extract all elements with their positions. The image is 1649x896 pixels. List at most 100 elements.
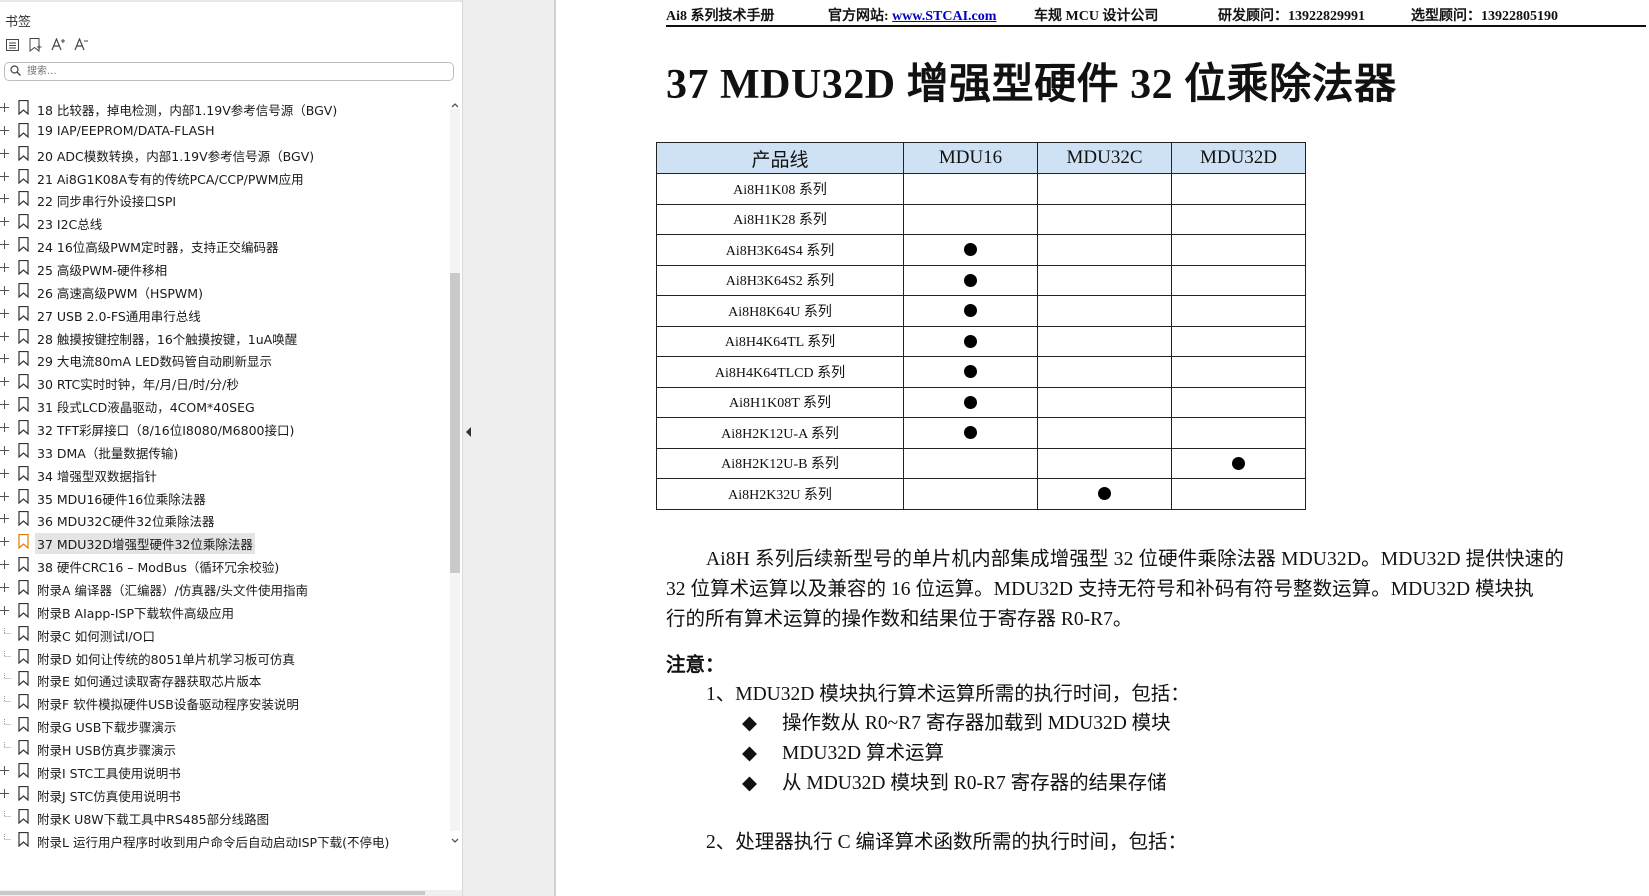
scrollbar-thumb[interactable]: [450, 273, 460, 573]
bookmark-item[interactable]: 29 大电流80mA LED数码管自动刷新显示: [0, 348, 440, 371]
bookmark-vertical-scrollbar[interactable]: [448, 97, 462, 845]
bookmark-search-input[interactable]: [27, 63, 442, 80]
expand-plus-icon[interactable]: [0, 445, 11, 456]
bookmark-item[interactable]: 附录C 如何测试I/O口: [0, 623, 440, 646]
expand-plus-icon[interactable]: [0, 193, 11, 204]
bookmark-item[interactable]: 18 比较器，掉电检测，内部1.19V参考信号源（BGV): [0, 97, 440, 120]
support-cell: [1037, 356, 1172, 388]
bookmark-icon: [18, 397, 29, 413]
table-row: Ai8H2K12U-B 系列: [656, 447, 1306, 479]
expand-plus-icon[interactable]: [0, 239, 11, 250]
expand-plus-icon[interactable]: [0, 513, 11, 524]
expand-plus-icon[interactable]: [0, 376, 11, 387]
bookmark-label: 28 触摸按键控制器，16个触摸按键，1uA唤醒: [37, 331, 298, 347]
bookmark-icon: [18, 191, 29, 207]
bookmark-item[interactable]: 附录E 如何通过读取寄存器获取芯片版本: [0, 668, 440, 691]
expand-plus-icon[interactable]: [0, 536, 11, 547]
support-cell: [1037, 203, 1172, 235]
support-cell: [1037, 325, 1172, 357]
expand-plus-icon[interactable]: [0, 353, 11, 364]
expand-plus-icon[interactable]: [0, 605, 11, 616]
bookmark-item[interactable]: 36 MDU32C硬件32位乘除法器: [0, 508, 440, 531]
expand-plus-icon[interactable]: [0, 582, 11, 593]
tree-connector-icon: [4, 833, 11, 840]
add-bookmark-icon[interactable]: [27, 36, 44, 53]
bookmark-item[interactable]: 附录I STC工具使用说明书: [0, 760, 440, 783]
bookmark-item[interactable]: 28 触摸按键控制器，16个触摸按键，1uA唤醒: [0, 326, 440, 349]
bookmark-icon: [18, 762, 29, 778]
bookmark-item[interactable]: 30 RTC实时时钟，年/月/日/时/分/秒: [0, 371, 440, 394]
bookmark-item[interactable]: 21 Ai8G1K08A专有的传统PCA/CCP/PWM应用: [0, 166, 440, 189]
bookmark-icon: [18, 717, 29, 733]
bookmark-panel-title: 书签: [5, 15, 32, 30]
expand-plus-icon[interactable]: [0, 262, 11, 273]
bookmark-horizontal-scrollbar[interactable]: [0, 890, 462, 896]
bookmark-label: 18 比较器，掉电检测，内部1.19V参考信号源（BGV): [37, 103, 338, 118]
bookmark-item[interactable]: 附录F 软件模拟硬件USB设备驱动程序安装说明: [0, 691, 440, 714]
expand-plus-icon[interactable]: [0, 559, 11, 570]
intro-paragraph-line-1: Ai8H 系列后续新型号的单片机内部集成增强型 32 位硬件乘除法器 MDU32…: [706, 549, 1564, 570]
expand-plus-icon[interactable]: [0, 285, 11, 296]
bookmark-tree: 18 比较器，掉电检测，内部1.19V参考信号源（BGV) 19 IAP/EEPR…: [0, 97, 440, 851]
expand-plus-icon[interactable]: [0, 765, 11, 776]
expand-plus-icon[interactable]: [0, 399, 11, 410]
bookmark-item[interactable]: 20 ADC模数转换，内部1.19V参考信号源（BGV): [0, 143, 440, 166]
panel-splitter-area: [463, 0, 554, 896]
bookmark-item[interactable]: 19 IAP/EEPROM/DATA-FLASH: [0, 120, 440, 143]
bookmark-item[interactable]: 34 增强型双数据指针: [0, 463, 440, 486]
bookmark-item[interactable]: 38 硬件CRC16 – ModBus（循环冗余校验): [0, 554, 440, 577]
increase-font-icon[interactable]: [50, 36, 67, 53]
bookmark-search-box[interactable]: [4, 62, 454, 81]
horizontal-scrollbar-thumb[interactable]: [0, 891, 425, 895]
expand-plus-icon[interactable]: [0, 491, 11, 502]
bookmark-item[interactable]: 32 TFT彩屏接口（8/16位I8080/M6800接口): [0, 417, 440, 440]
collapse-sidebar-arrow-icon[interactable]: [463, 420, 475, 444]
bookmark-item[interactable]: 附录G USB下载步骤演示: [0, 714, 440, 737]
expand-plus-icon[interactable]: [0, 788, 11, 799]
bookmark-item[interactable]: 附录B AIapp-ISP下载软件高级应用: [0, 600, 440, 623]
support-cell: [1171, 234, 1306, 266]
bookmark-item[interactable]: 23 I2C总线: [0, 211, 440, 234]
tree-connector-icon: [4, 650, 11, 657]
supported-dot-icon: [964, 395, 977, 409]
company-tagline: 车规 MCU 设计公司: [1034, 9, 1159, 24]
expand-plus-icon[interactable]: [0, 102, 11, 113]
bookmark-item[interactable]: 附录J STC仿真使用说明书: [0, 783, 440, 806]
expand-plus-icon[interactable]: [0, 331, 11, 342]
bookmark-item[interactable]: 27 USB 2.0-FS通用串行总线: [0, 303, 440, 326]
bookmark-item[interactable]: 附录H USB仿真步骤演示: [0, 737, 440, 760]
bookmark-item[interactable]: 37 MDU32D增强型硬件32位乘除法器: [0, 531, 440, 555]
bookmark-item[interactable]: 26 高速高级PWM（HSPWM): [0, 280, 440, 303]
bookmark-item[interactable]: 22 同步串行外设接口SPI: [0, 188, 440, 211]
bookmark-item[interactable]: 35 MDU16硬件16位乘除法器: [0, 486, 440, 509]
bookmark-item[interactable]: 附录L 运行用户程序时收到用户命令后自动启动ISP下载(不停电): [0, 829, 440, 852]
bookmark-item[interactable]: 附录K U8W下载工具中RS485部分线路图: [0, 806, 440, 829]
scroll-down-arrow-icon[interactable]: [450, 831, 460, 843]
expand-plus-icon[interactable]: [0, 125, 11, 136]
rd-advisor-phone: 研发顾问：13922829991: [1218, 9, 1365, 24]
expand-plus-icon[interactable]: [0, 148, 11, 159]
bookmark-item[interactable]: 33 DMA（批量数据传输): [0, 440, 440, 463]
bookmark-icon: [18, 442, 29, 458]
official-site-link[interactable]: www.STCAI.com: [892, 9, 996, 24]
bookmark-item[interactable]: 附录D 如何让传统的8051单片机学习板可仿真: [0, 646, 440, 669]
tree-connector-icon: [4, 627, 11, 634]
bookmark-item[interactable]: 25 高级PWM-硬件移相: [0, 257, 440, 280]
expand-plus-icon[interactable]: [0, 422, 11, 433]
bookmark-icon: [18, 557, 29, 573]
list-view-icon[interactable]: [4, 36, 21, 53]
scroll-up-arrow-icon[interactable]: [450, 97, 460, 109]
bookmark-label: 附录D 如何让传统的8051单片机学习板可仿真: [37, 651, 295, 667]
table-row: Ai8H1K08T 系列: [656, 386, 1306, 418]
expand-plus-icon[interactable]: [0, 468, 11, 479]
expand-plus-icon[interactable]: [0, 171, 11, 182]
bookmark-label: 23 I2C总线: [37, 217, 103, 233]
expand-plus-icon[interactable]: [0, 308, 11, 319]
product-name-cell: Ai8H2K12U-A 系列: [656, 417, 904, 449]
bookmark-item[interactable]: 附录A 编译器（汇编器）/仿真器/头文件使用指南: [0, 577, 440, 600]
expand-plus-icon[interactable]: [0, 216, 11, 227]
bookmark-item[interactable]: 24 16位高级PWM定时器，支持正交编码器: [0, 234, 440, 257]
bookmark-item[interactable]: 31 段式LCD液晶驱动，4COM*40SEG: [0, 394, 440, 417]
decrease-font-icon[interactable]: [73, 36, 90, 53]
bookmark-icon: [18, 168, 29, 184]
